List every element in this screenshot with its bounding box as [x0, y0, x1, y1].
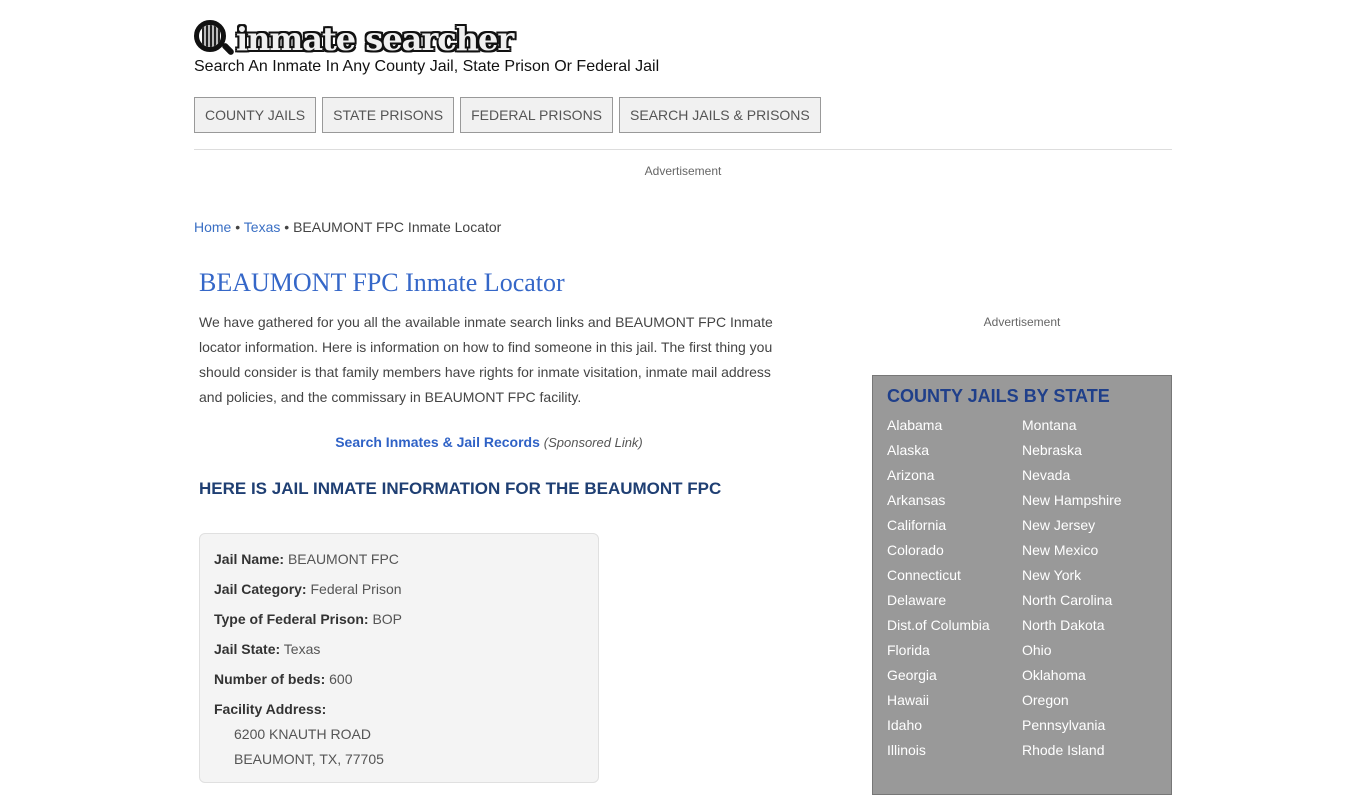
info-value: Texas	[283, 641, 321, 657]
state-link[interactable]: Dist.of Columbia	[887, 613, 1022, 638]
sponsored-note: (Sponsored Link)	[543, 435, 643, 450]
state-link[interactable]: Colorado	[887, 538, 1022, 563]
state-link[interactable]: Connecticut	[887, 563, 1022, 588]
advertisement-label-side: Advertisement	[983, 315, 1061, 329]
info-jail-category: Jail Category: Federal Prison	[214, 578, 584, 608]
info-heading: HERE IS JAIL INMATE INFORMATION FOR THE …	[199, 479, 722, 498]
info-label: Facility Address:	[214, 701, 327, 717]
main-nav: COUNTY JAILS STATE PRISONS FEDERAL PRISO…	[194, 97, 821, 133]
breadcrumb-separator: •	[284, 219, 290, 235]
nav-search-jails-prisons[interactable]: SEARCH JAILS & PRISONS	[619, 97, 821, 133]
state-link[interactable]: Oklahoma	[1022, 663, 1157, 688]
state-link[interactable]: California	[887, 513, 1022, 538]
address-line-1: 6200 KNAUTH ROAD	[234, 726, 371, 742]
breadcrumb: Home • Texas • BEAUMONT FPC Inmate Locat…	[194, 219, 501, 235]
state-link[interactable]: Alaska	[887, 438, 1022, 463]
info-jail-name: Jail Name: BEAUMONT FPC	[214, 548, 584, 578]
state-link[interactable]: Hawaii	[887, 688, 1022, 713]
state-link[interactable]: Delaware	[887, 588, 1022, 613]
address-line-2: BEAUMONT, TX, 77705	[234, 751, 384, 767]
info-label: Number of beds:	[214, 671, 326, 687]
state-link[interactable]: Nebraska	[1022, 438, 1157, 463]
state-link[interactable]: Arizona	[887, 463, 1022, 488]
info-value: Federal Prison	[310, 581, 402, 597]
site-logo[interactable]: inmate searcher	[194, 18, 514, 60]
nav-federal-prisons[interactable]: FEDERAL PRISONS	[460, 97, 614, 133]
breadcrumb-separator: •	[235, 219, 241, 235]
advertisement-label-top: Advertisement	[644, 164, 722, 178]
info-value: BOP	[372, 611, 403, 627]
state-link[interactable]: Alabama	[887, 413, 1022, 438]
state-link[interactable]: New Hampshire	[1022, 488, 1157, 513]
state-link[interactable]: Illinois	[887, 738, 1022, 763]
info-label: Type of Federal Prison:	[214, 611, 369, 627]
logo-text: inmate searcher	[236, 20, 514, 58]
info-number-of-beds: Number of beds: 600	[214, 668, 584, 698]
state-link[interactable]: Florida	[887, 638, 1022, 663]
info-label: Jail Category:	[214, 581, 307, 597]
sponsored-link-row: Search Inmates & Jail Records (Sponsored…	[199, 434, 779, 450]
state-link[interactable]: Pennsylvania	[1022, 713, 1157, 738]
breadcrumb-state[interactable]: Texas	[244, 219, 281, 235]
info-jail-state: Jail State: Texas	[214, 638, 584, 668]
state-link[interactable]: North Dakota	[1022, 613, 1157, 638]
info-label: Jail State:	[214, 641, 281, 657]
intro-paragraph: We have gathered for you all the availab…	[199, 314, 773, 405]
state-link[interactable]: Idaho	[887, 713, 1022, 738]
main-content: BEAUMONT FPC Inmate Locator We have gath…	[199, 266, 779, 498]
state-link[interactable]: Ohio	[1022, 638, 1157, 663]
state-link[interactable]: New Mexico	[1022, 538, 1157, 563]
county-jails-by-state-box: COUNTY JAILS BY STATE Alabama Alaska Ari…	[872, 375, 1172, 795]
state-link[interactable]: Rhode Island	[1022, 738, 1157, 763]
site-tagline: Search An Inmate In Any County Jail, Sta…	[194, 58, 660, 75]
nav-state-prisons[interactable]: STATE PRISONS	[322, 97, 455, 133]
state-link[interactable]: Georgia	[887, 663, 1022, 688]
state-link[interactable]: New Jersey	[1022, 513, 1157, 538]
page-title: BEAUMONT FPC Inmate Locator	[199, 268, 565, 297]
state-link[interactable]: North Carolina	[1022, 588, 1157, 613]
state-link[interactable]: Nevada	[1022, 463, 1157, 488]
breadcrumb-current: BEAUMONT FPC Inmate Locator	[293, 219, 502, 235]
sidebar-title: COUNTY JAILS BY STATE	[887, 386, 1110, 406]
state-link[interactable]: New York	[1022, 563, 1157, 588]
magnifier-inmate-icon	[194, 18, 236, 60]
info-label: Jail Name:	[214, 551, 285, 567]
jail-info-box: Jail Name: BEAUMONT FPC Jail Category: F…	[199, 533, 599, 783]
info-facility-address: Facility Address:	[214, 698, 584, 723]
info-value: 600	[329, 671, 353, 687]
state-link[interactable]: Montana	[1022, 413, 1157, 438]
breadcrumb-home[interactable]: Home	[194, 219, 231, 235]
nav-county-jails[interactable]: COUNTY JAILS	[194, 97, 317, 133]
header-divider	[194, 149, 1172, 150]
info-prison-type: Type of Federal Prison: BOP	[214, 608, 584, 638]
states-list: Alabama Alaska Arizona Arkansas Californ…	[887, 413, 1157, 763]
info-value: BEAUMONT FPC	[287, 551, 399, 567]
state-link[interactable]: Oregon	[1022, 688, 1157, 713]
state-link[interactable]: Arkansas	[887, 488, 1022, 513]
sponsored-search-link[interactable]: Search Inmates & Jail Records	[335, 434, 540, 450]
